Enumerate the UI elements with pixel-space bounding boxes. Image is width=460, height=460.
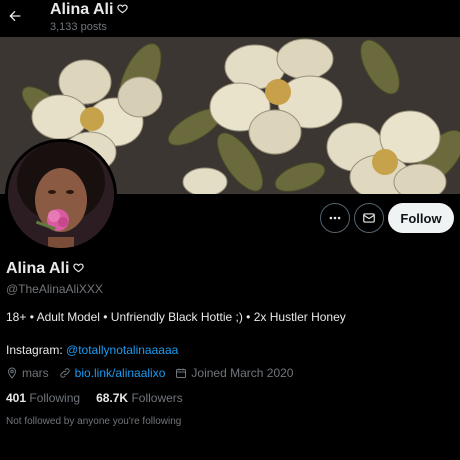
followers-label: Followers <box>131 391 183 405</box>
joined-item: Joined March 2020 <box>175 366 293 380</box>
calendar-icon <box>176 368 187 378</box>
joined-text: Joined March 2020 <box>191 366 294 380</box>
back-arrow-icon[interactable] <box>5 6 25 26</box>
followers-count: 68.7K <box>96 391 129 405</box>
link-icon <box>60 368 70 378</box>
top-bar: Alina Ali 3,133 posts <box>0 0 460 37</box>
ellipsis-icon <box>329 216 341 220</box>
avatar-image <box>8 142 114 248</box>
avatar[interactable] <box>5 139 117 251</box>
following-count: 401 <box>6 391 27 405</box>
instagram-label: Instagram: <box>6 343 67 357</box>
message-button[interactable] <box>354 203 384 233</box>
profile-bio: 18+ • Adult Model • Unfriendly Black Hot… <box>6 310 346 324</box>
profile-meta: mars bio.link/alinaalixo Joined March 20… <box>6 366 303 380</box>
envelope-icon <box>363 213 375 223</box>
following-label: Following <box>29 391 81 405</box>
location-text: mars <box>22 366 49 380</box>
more-options-button[interactable] <box>320 203 350 233</box>
location-pin-icon <box>7 367 17 379</box>
display-name: Alina Ali <box>6 260 70 277</box>
instagram-line: Instagram: @totallynotalinaaaaa <box>6 343 178 357</box>
header-title: Alina Ali <box>50 1 129 19</box>
follow-button[interactable]: Follow <box>388 203 454 233</box>
website-link[interactable]: bio.link/alinaalixo <box>75 366 166 380</box>
profile-name: Alina Ali <box>6 260 85 278</box>
header-name: Alina Ali <box>50 1 114 18</box>
location-item: mars <box>6 366 49 380</box>
heart-icon <box>73 260 85 278</box>
following-count-link[interactable]: 401 Following <box>6 391 80 405</box>
website-item: bio.link/alinaalixo <box>59 366 166 380</box>
heart-icon <box>117 1 129 19</box>
followers-count-link[interactable]: 68.7K Followers <box>96 391 183 405</box>
not-followed-note: Not followed by anyone you're following <box>6 416 182 427</box>
instagram-link[interactable]: @totallynotalinaaaaa <box>66 343 178 357</box>
profile-handle: @TheAlinaAliXXX <box>6 282 103 296</box>
post-count: 3,133 posts <box>50 21 107 33</box>
follow-stats: 401 Following 68.7K Followers <box>6 391 183 405</box>
